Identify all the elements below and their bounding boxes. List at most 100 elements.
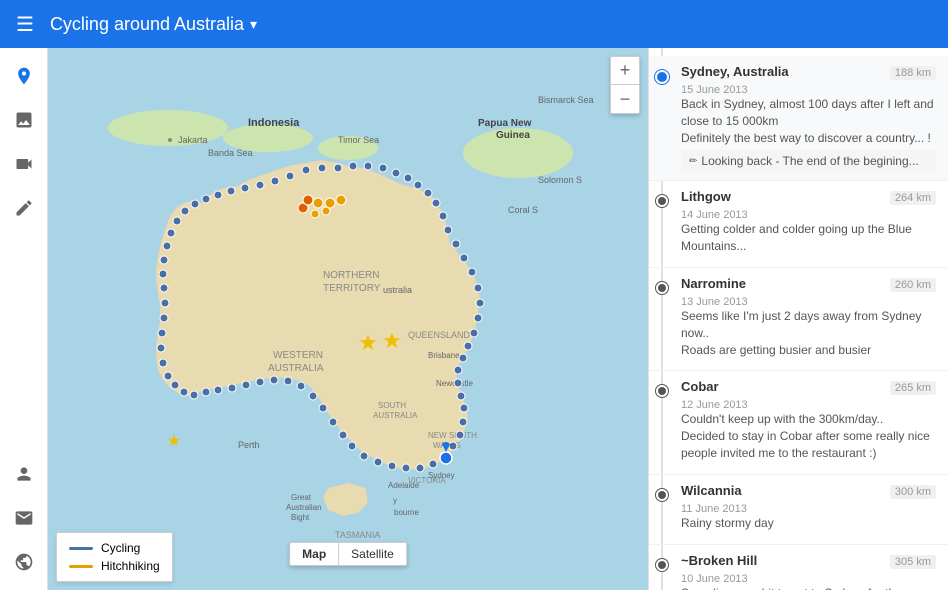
map-type-map-button[interactable]: Map bbox=[290, 543, 339, 565]
timeline-item-5[interactable]: Wilcannia 300 km 11 June 2013 Rainy stor… bbox=[649, 475, 948, 545]
left-sidebar bbox=[0, 48, 48, 590]
legend-hitchhiking-label: Hitchhiking bbox=[101, 559, 160, 573]
svg-text:TASMANIA: TASMANIA bbox=[335, 530, 380, 540]
svg-text:Bight: Bight bbox=[291, 513, 310, 522]
svg-text:bourne: bourne bbox=[394, 508, 419, 517]
svg-text:Brisbane: Brisbane bbox=[428, 351, 460, 360]
desc-4: Couldn't keep up with the 300km/day..Dec… bbox=[681, 411, 936, 461]
timeline-item-1[interactable]: Sydney, Australia 188 km 15 June 2013 Ba… bbox=[649, 56, 948, 181]
timeline-item-2[interactable]: Lithgow 264 km 14 June 2013 Getting cold… bbox=[649, 181, 948, 268]
distance-3: 260 km bbox=[890, 278, 936, 292]
desc-2: Getting colder and colder going up the B… bbox=[681, 221, 936, 255]
date-1: 15 June 2013 bbox=[681, 84, 936, 96]
map-type-selector: Map Satellite bbox=[289, 542, 407, 566]
pencil-icon: ✏ bbox=[689, 156, 697, 167]
svg-text:SOUTH: SOUTH bbox=[378, 401, 406, 410]
sidebar-item-photo[interactable] bbox=[4, 100, 44, 140]
distance-6: 305 km bbox=[890, 555, 936, 569]
title-dropdown-icon[interactable]: ▾ bbox=[250, 16, 257, 33]
svg-text:Solomon S: Solomon S bbox=[538, 175, 582, 185]
location-3: Narromine bbox=[681, 276, 746, 291]
desc-6: Speeding up a bit to get to Sydney for t… bbox=[681, 585, 936, 590]
svg-text:Adelaide: Adelaide bbox=[388, 481, 420, 490]
main-content: Indonesia Jakarta Banda Sea Timor Sea Pa… bbox=[0, 48, 948, 590]
svg-text:ustralia: ustralia bbox=[383, 285, 412, 295]
timeline-header-2: Lithgow 264 km bbox=[681, 189, 936, 205]
svg-text:Guinea: Guinea bbox=[496, 130, 530, 141]
sidebar-item-mail[interactable] bbox=[4, 498, 44, 538]
date-5: 11 June 2013 bbox=[681, 503, 936, 515]
map-legend: Cycling Hitchhiking bbox=[56, 532, 173, 582]
svg-text:Australian: Australian bbox=[286, 503, 322, 512]
svg-text:NEW SOUTH: NEW SOUTH bbox=[428, 431, 477, 440]
svg-text:y: y bbox=[393, 496, 397, 505]
svg-text:Indonesia: Indonesia bbox=[248, 117, 300, 129]
svg-text:QUEENSLAND: QUEENSLAND bbox=[408, 330, 471, 340]
timeline-dot-6 bbox=[656, 559, 668, 571]
distance-1: 188 km bbox=[890, 66, 936, 80]
location-6: ~Broken Hill bbox=[681, 553, 757, 568]
timeline-header-1: Sydney, Australia 188 km bbox=[681, 64, 936, 80]
link-label-1: Looking back - The end of the begining..… bbox=[701, 154, 918, 168]
timeline: Sydney, Australia 188 km 15 June 2013 Ba… bbox=[649, 48, 948, 590]
map-area[interactable]: Indonesia Jakarta Banda Sea Timor Sea Pa… bbox=[48, 48, 648, 590]
location-2: Lithgow bbox=[681, 189, 731, 204]
svg-text:Papua New: Papua New bbox=[478, 118, 532, 129]
svg-text:NORTHERN: NORTHERN bbox=[323, 270, 379, 281]
svg-text:AUSTRALIA: AUSTRALIA bbox=[373, 411, 418, 420]
timeline-item-3[interactable]: Narromine 260 km 13 June 2013 Seems like… bbox=[649, 268, 948, 371]
timeline-header-4: Cobar 265 km bbox=[681, 379, 936, 395]
location-5: Wilcannia bbox=[681, 483, 742, 498]
date-3: 13 June 2013 bbox=[681, 296, 936, 308]
timeline-header-6: ~Broken Hill 305 km bbox=[681, 553, 936, 569]
timeline-dot-4 bbox=[656, 385, 668, 397]
sidebar-item-globe[interactable] bbox=[4, 542, 44, 582]
zoom-out-button[interactable]: − bbox=[611, 85, 639, 113]
timeline-item-6[interactable]: ~Broken Hill 305 km 10 June 2013 Speedin… bbox=[649, 545, 948, 590]
svg-text:Perth: Perth bbox=[238, 440, 260, 450]
zoom-in-button[interactable]: + bbox=[611, 57, 639, 85]
distance-4: 265 km bbox=[890, 381, 936, 395]
timeline-dot-5 bbox=[656, 489, 668, 501]
timeline-panel[interactable]: Sydney, Australia 188 km 15 June 2013 Ba… bbox=[648, 48, 948, 590]
timeline-header-3: Narromine 260 km bbox=[681, 276, 936, 292]
menu-icon[interactable]: ☰ bbox=[16, 12, 34, 37]
sidebar-item-edit[interactable] bbox=[4, 188, 44, 228]
svg-text:Great: Great bbox=[291, 493, 312, 502]
location-1: Sydney, Australia bbox=[681, 64, 789, 79]
link-1[interactable]: ✏ Looking back - The end of the begining… bbox=[681, 150, 936, 172]
sidebar-item-video[interactable] bbox=[4, 144, 44, 184]
svg-text:Timor Sea: Timor Sea bbox=[338, 135, 379, 145]
app-title: Cycling around Australia ▾ bbox=[50, 14, 257, 35]
map-zoom-controls: + − bbox=[610, 56, 640, 114]
desc-5: Rainy stormy day bbox=[681, 515, 936, 532]
distance-5: 300 km bbox=[890, 485, 936, 499]
date-4: 12 June 2013 bbox=[681, 399, 936, 411]
timeline-dot-2 bbox=[656, 195, 668, 207]
distance-2: 264 km bbox=[890, 191, 936, 205]
location-4: Cobar bbox=[681, 379, 719, 394]
date-6: 10 June 2013 bbox=[681, 573, 936, 585]
timeline-dot-3 bbox=[656, 282, 668, 294]
hitchhiking-line-icon bbox=[69, 565, 93, 568]
app-header: ☰ Cycling around Australia ▾ bbox=[0, 0, 948, 48]
svg-text:Bismarck Sea: Bismarck Sea bbox=[538, 95, 594, 105]
timeline-header-5: Wilcannia 300 km bbox=[681, 483, 936, 499]
legend-cycling-label: Cycling bbox=[101, 541, 140, 555]
desc-3: Seems like I'm just 2 days away from Syd… bbox=[681, 308, 936, 358]
sidebar-item-user[interactable] bbox=[4, 454, 44, 494]
svg-text:★: ★ bbox=[382, 328, 402, 353]
svg-text:★: ★ bbox=[167, 433, 181, 450]
svg-text:Sydney: Sydney bbox=[428, 471, 455, 480]
cycling-line-icon bbox=[69, 547, 93, 550]
timeline-item-4[interactable]: Cobar 265 km 12 June 2013 Couldn't keep … bbox=[649, 371, 948, 474]
svg-text:Coral S: Coral S bbox=[508, 205, 538, 215]
svg-text:WESTERN: WESTERN bbox=[273, 350, 323, 361]
map-type-satellite-button[interactable]: Satellite bbox=[339, 543, 406, 565]
timeline-dot-1 bbox=[655, 70, 669, 84]
desc-1: Back in Sydney, almost 100 days after I … bbox=[681, 96, 936, 146]
svg-text:TERRITORY: TERRITORY bbox=[323, 283, 381, 294]
svg-text:AUSTRALIA: AUSTRALIA bbox=[268, 363, 324, 374]
sidebar-item-location[interactable] bbox=[4, 56, 44, 96]
svg-text:★: ★ bbox=[358, 330, 378, 355]
